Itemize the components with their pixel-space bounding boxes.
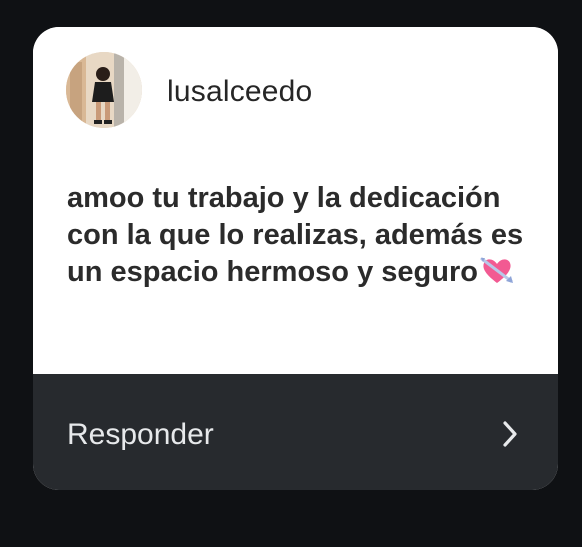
- heart-with-arrow-icon: [480, 255, 514, 297]
- question-sticker-card: lusalceedo amoo tu trabajo y la dedicaci…: [33, 27, 558, 490]
- reply-button[interactable]: Responder: [33, 374, 558, 490]
- chevron-right-icon: [499, 419, 521, 454]
- avatar[interactable]: [66, 52, 142, 128]
- question-content: lusalceedo amoo tu trabajo y la dedicaci…: [33, 27, 558, 374]
- username[interactable]: lusalceedo: [167, 75, 312, 109]
- question-message: amoo tu trabajo y la dedicación con la q…: [67, 180, 537, 297]
- message-text: amoo tu trabajo y la dedicación con la q…: [67, 182, 524, 288]
- reply-label: Responder: [67, 418, 214, 451]
- avatar-photo: [66, 52, 142, 128]
